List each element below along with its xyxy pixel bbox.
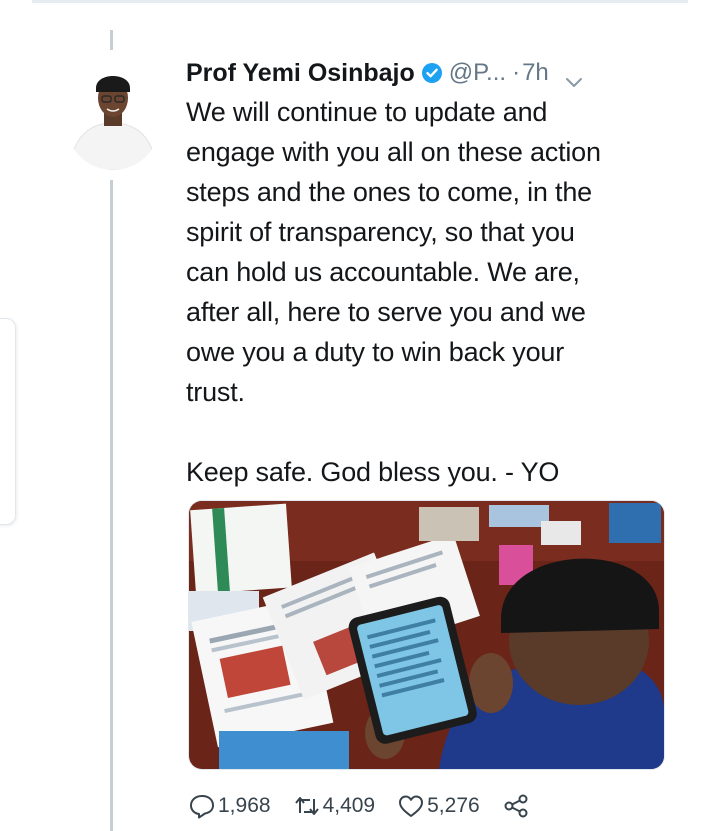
heart-icon	[399, 795, 424, 817]
thread-line-top	[110, 30, 113, 50]
share-button[interactable]	[502, 793, 532, 819]
reply-count: 1,968	[218, 794, 271, 817]
tweet-photo[interactable]	[188, 500, 665, 770]
tweet-text: We will continue to update and engage wi…	[186, 97, 601, 487]
like-button[interactable]: 5,276	[397, 793, 480, 819]
author-handle[interactable]: @P...	[449, 59, 506, 87]
chevron-down-icon[interactable]	[565, 67, 583, 87]
verified-badge-icon	[421, 62, 443, 84]
reply-button[interactable]: 1,968	[188, 793, 271, 819]
tweet[interactable]: Prof Yemi Osinbajo @P... · 7h We will co…	[186, 54, 666, 492]
author-name[interactable]: Prof Yemi Osinbajo	[186, 59, 415, 88]
reply-icon	[190, 795, 214, 819]
tweet-actions: 1,968 4,409 5,276	[188, 788, 554, 824]
timestamp[interactable]: 7h	[522, 59, 549, 87]
retweet-count: 4,409	[322, 794, 376, 817]
avatar[interactable]	[66, 52, 160, 170]
like-count: 5,276	[427, 794, 480, 817]
separator-dot: ·	[512, 59, 521, 86]
retweet-icon	[294, 797, 319, 815]
tweet-header: Prof Yemi Osinbajo @P... · 7h	[186, 54, 666, 92]
thread-line	[110, 180, 113, 831]
side-card-edge	[0, 318, 16, 525]
top-divider	[32, 0, 688, 3]
share-icon	[504, 794, 528, 818]
retweet-button[interactable]: 4,409	[293, 793, 376, 819]
